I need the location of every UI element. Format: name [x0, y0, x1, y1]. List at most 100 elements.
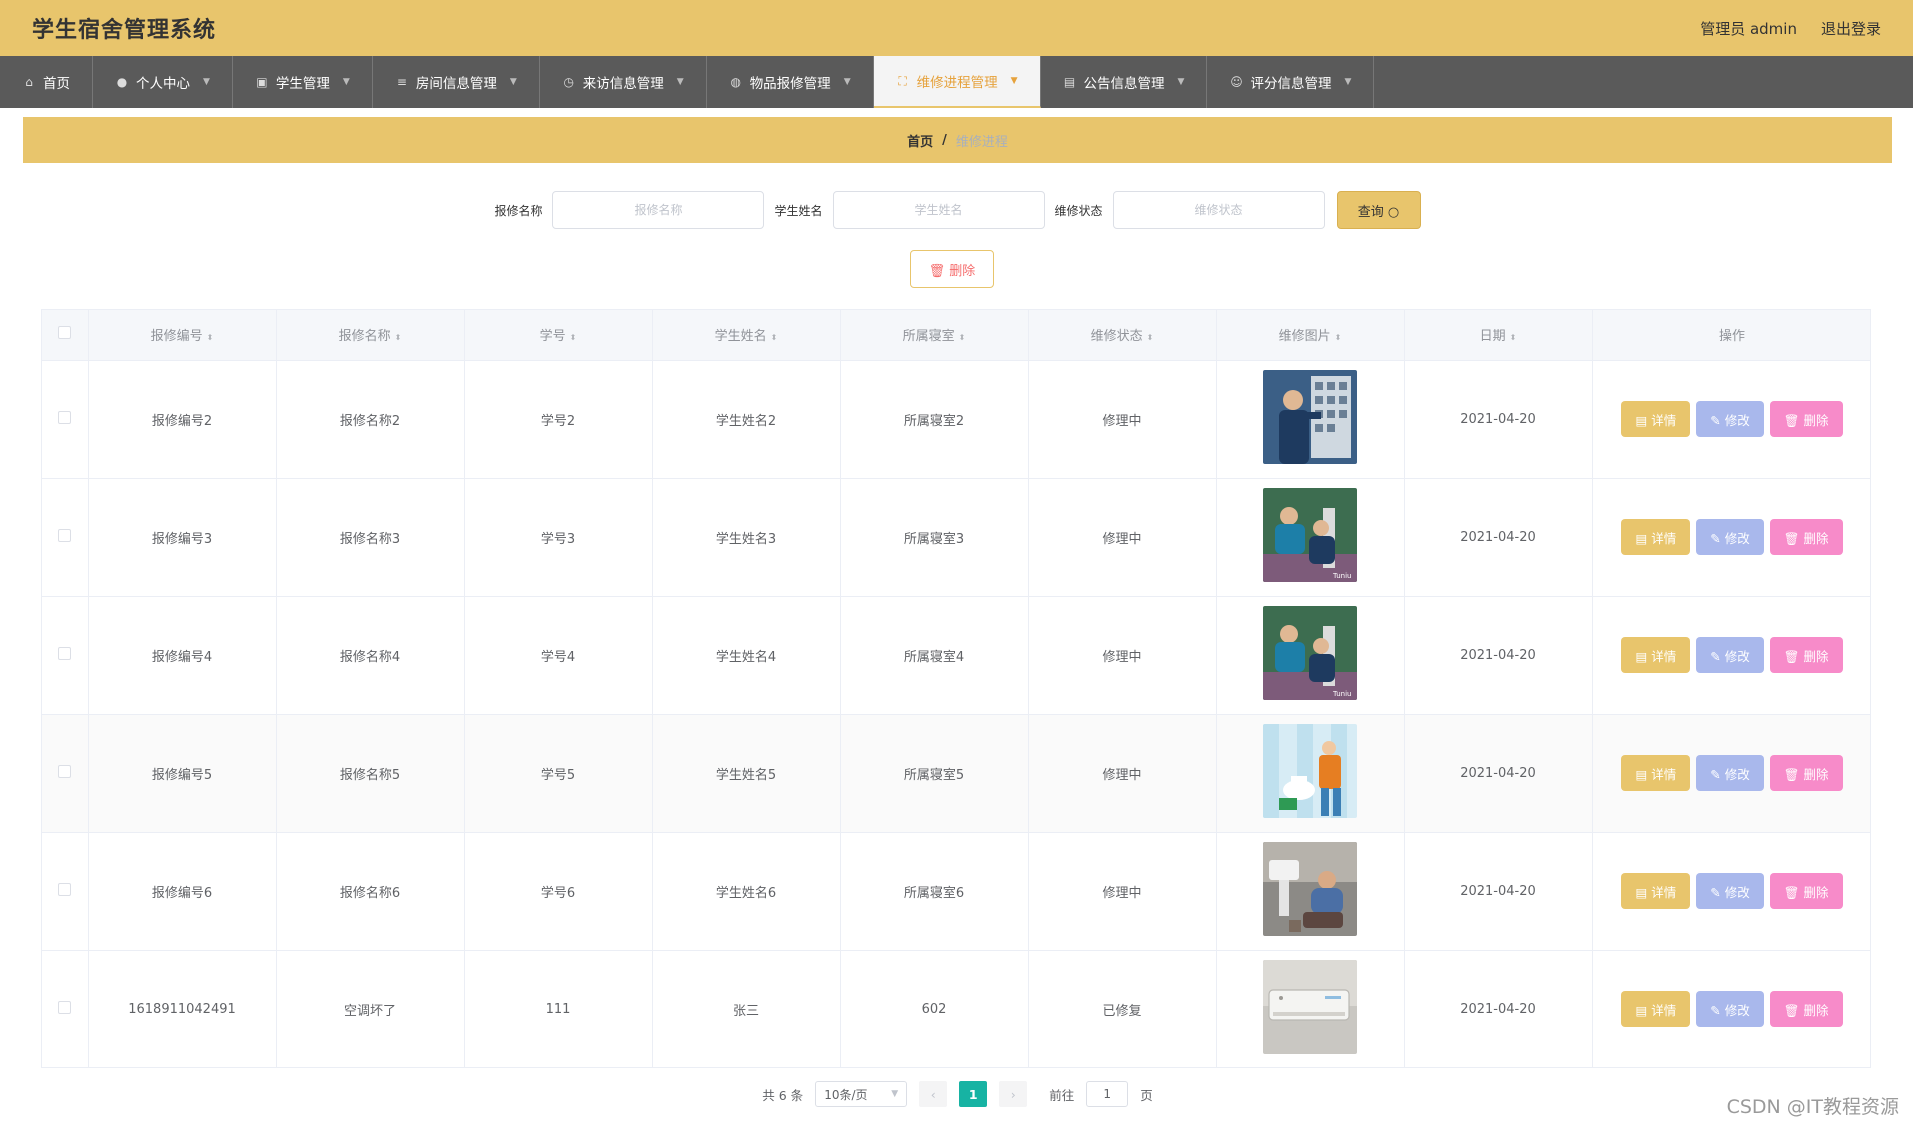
cell-date: 2021-04-20: [1404, 360, 1593, 479]
sort-icon[interactable]: ⬍: [1510, 333, 1517, 342]
query-button[interactable]: 查询 ○: [1336, 191, 1421, 229]
delete-button[interactable]: 🗑 删除: [1769, 519, 1843, 555]
plumber-sink-photo[interactable]: [1263, 842, 1357, 936]
select-all-checkbox[interactable]: [58, 326, 72, 340]
cell-actions: ▤ 详情 ✎ 修改 🗑 删除: [1592, 596, 1870, 715]
nav-item-1[interactable]: ● 个人中心 ▼: [93, 56, 233, 108]
cell-repair-image: Tuniu: [1216, 596, 1405, 715]
nav-item-8[interactable]: ☺ 评分信息管理 ▼: [1207, 56, 1375, 108]
chevron-down-icon: ▼: [891, 1089, 899, 1099]
nav-item-2[interactable]: ▣ 学生管理 ▼: [233, 56, 373, 108]
cell-dorm: 所属寝室2: [840, 360, 1029, 479]
delete-button[interactable]: 🗑 删除: [1769, 401, 1843, 437]
delete-button[interactable]: 🗑 删除: [1769, 873, 1843, 909]
row-checkbox[interactable]: [58, 882, 72, 896]
cell-name: 报修名称3: [276, 478, 465, 597]
search-form: 报修名称 学生姓名 维修状态 查询 ○: [23, 191, 1892, 229]
column-header-1[interactable]: 报修名称 ⬍: [276, 310, 465, 361]
repair-progress-table: 报修编号 ⬍ 报修名称 ⬍ 学号 ⬍ 学生姓名 ⬍ 所属寝室 ⬍ 维修状态 ⬍ 维修图片 ⬍ 日期 ⬍ 操作 报…: [41, 309, 1871, 1068]
row-checkbox[interactable]: [58, 764, 72, 778]
sort-icon[interactable]: ⬍: [771, 333, 778, 342]
page-suffix: 页: [1140, 1087, 1153, 1103]
nav-item-label: 房间信息管理: [415, 76, 497, 92]
air-conditioner-photo[interactable]: [1263, 960, 1357, 1054]
bulk-delete-button[interactable]: 🗑 删除: [910, 250, 994, 288]
detail-button[interactable]: ▤ 详情: [1621, 637, 1691, 673]
detail-button[interactable]: ▤ 详情: [1621, 873, 1691, 909]
cell-status: 已修复: [1028, 950, 1217, 1067]
electrician-panel-photo[interactable]: [1263, 370, 1357, 464]
cell-dorm: 所属寝室6: [840, 832, 1029, 951]
goto-page-input[interactable]: [1086, 1081, 1129, 1107]
repair-status-input[interactable]: [1112, 191, 1325, 229]
edit-button[interactable]: ✎ 修改: [1696, 519, 1764, 555]
cell-date: 2021-04-20: [1404, 832, 1593, 951]
main-content: 报修名称 学生姓名 维修状态 查询 ○ 🗑 删除 报修编号⬍报修名称⬍学号⬍学生…: [23, 173, 1892, 1125]
nav-item-label: 公告信息管理: [1083, 76, 1165, 92]
workers-outdoor-photo[interactable]: Tuniu: [1263, 606, 1357, 700]
column-header-3[interactable]: 学生姓名 ⬍: [652, 310, 841, 361]
delete-button[interactable]: 🗑 删除: [1769, 755, 1843, 791]
row-checkbox[interactable]: [58, 528, 72, 542]
sort-icon[interactable]: ⬍: [1147, 333, 1154, 342]
row-checkbox[interactable]: [58, 1000, 72, 1014]
sort-icon[interactable]: ⬍: [207, 333, 214, 342]
column-header-6[interactable]: 维修图片 ⬍: [1216, 310, 1405, 361]
nav-item-0[interactable]: ⌂ 首页: [0, 56, 93, 108]
nav-item-4[interactable]: ◷ 来访信息管理 ▼: [540, 56, 707, 108]
user-icon: ●: [116, 75, 128, 89]
detail-button[interactable]: ▤ 详情: [1621, 755, 1691, 791]
edit-button[interactable]: ✎ 修改: [1696, 755, 1764, 791]
prev-page-button[interactable]: ‹: [919, 1081, 948, 1107]
column-header-7[interactable]: 日期 ⬍: [1404, 310, 1593, 361]
admin-label: 管理员 admin: [1700, 19, 1797, 38]
next-page-button[interactable]: ›: [999, 1081, 1028, 1107]
sort-icon[interactable]: ⬍: [570, 333, 577, 342]
nav-item-3[interactable]: ≡ 房间信息管理 ▼: [373, 56, 540, 108]
clipboard-icon: ▤: [1063, 75, 1076, 89]
plumber-illustration[interactable]: [1263, 724, 1357, 818]
detail-button[interactable]: ▤ 详情: [1621, 991, 1691, 1027]
row-checkbox[interactable]: [58, 646, 72, 660]
delete-button[interactable]: 🗑 删除: [1769, 991, 1843, 1027]
nav-item-label: 学生管理: [275, 76, 330, 92]
edit-button[interactable]: ✎ 修改: [1696, 873, 1764, 909]
sort-icon[interactable]: ⬍: [395, 333, 402, 342]
chevron-down-icon: ▼: [1177, 77, 1185, 87]
goto-label: 前往: [1049, 1087, 1075, 1103]
column-header-0[interactable]: 报修编号 ⬍: [88, 310, 277, 361]
cell-repair-image: [1216, 832, 1405, 951]
cell-date: 2021-04-20: [1404, 714, 1593, 833]
header-user-area: 管理员 admin 退出登录: [1700, 18, 1881, 39]
repair-name-input[interactable]: [552, 191, 765, 229]
delete-button[interactable]: 🗑 删除: [1769, 637, 1843, 673]
breadcrumb-home[interactable]: 首页: [907, 131, 933, 150]
logout-link[interactable]: 退出登录: [1821, 18, 1881, 39]
column-header-2[interactable]: 学号 ⬍: [464, 310, 653, 361]
edit-button[interactable]: ✎ 修改: [1696, 401, 1764, 437]
sort-icon[interactable]: ⬍: [1335, 333, 1342, 342]
student-name-input[interactable]: [832, 191, 1045, 229]
column-header-label: 报修名称: [338, 329, 391, 345]
table-row: 1618911042491 空调坏了 111 张三 602 已修复 2021-04-20 ▤ …: [42, 950, 1870, 1067]
cell-date: 2021-04-20: [1404, 478, 1593, 597]
cell-status: 修理中: [1028, 832, 1217, 951]
column-header-4[interactable]: 所属寝室 ⬍: [840, 310, 1029, 361]
nav-item-6[interactable]: ⛶ 维修进程管理 ▼: [873, 56, 1041, 108]
edit-button[interactable]: ✎ 修改: [1696, 991, 1764, 1027]
edit-button[interactable]: ✎ 修改: [1696, 637, 1764, 673]
cell-status: 修理中: [1028, 478, 1217, 597]
table-row: 报修编号6 报修名称6 学号6 学生姓名6 所属寝室6 修理中 2021-04-20 ▤ 详情…: [42, 832, 1870, 951]
column-header-label: 报修编号: [150, 329, 203, 345]
column-header-5[interactable]: 维修状态 ⬍: [1028, 310, 1217, 361]
row-checkbox[interactable]: [58, 410, 72, 424]
nav-item-5[interactable]: ◍ 物品报修管理 ▼: [707, 56, 874, 108]
page-number-1[interactable]: 1: [959, 1081, 988, 1107]
workers-outdoor-photo[interactable]: Tuniu: [1263, 488, 1357, 582]
detail-button[interactable]: ▤ 详情: [1621, 519, 1691, 555]
page-size-select[interactable]: 10条/页 ▼: [815, 1081, 908, 1107]
detail-button[interactable]: ▤ 详情: [1621, 401, 1691, 437]
cell-student-name: 学生姓名4: [652, 596, 841, 715]
sort-icon[interactable]: ⬍: [959, 333, 966, 342]
nav-item-7[interactable]: ▤ 公告信息管理 ▼: [1041, 56, 1208, 108]
